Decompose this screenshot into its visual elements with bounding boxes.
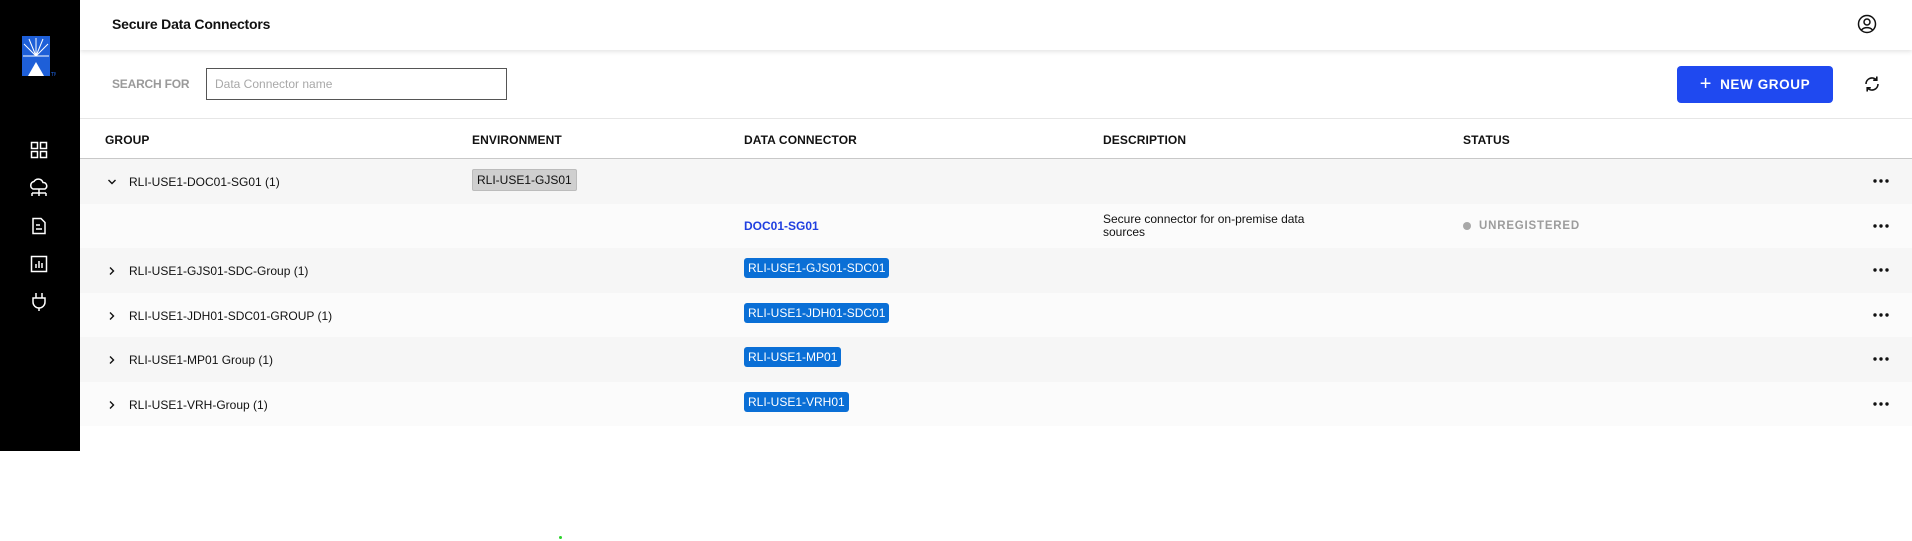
data-connector-chip[interactable]: RLI-USE1-VRH01 bbox=[744, 391, 849, 412]
table-row[interactable]: RLI-USE1-GJS01-SDC-Group (1) RLI-USE1-GJ… bbox=[80, 248, 1912, 293]
connectors-table: GROUP ENVIRONMENT DATA CONNECTOR DESCRIP… bbox=[80, 120, 1912, 426]
group-name: RLI-USE1-JDH01-SDC01-GROUP (1) bbox=[129, 308, 333, 323]
search-label: SEARCH FOR bbox=[112, 77, 190, 91]
dashboard-icon[interactable] bbox=[27, 138, 51, 162]
chevron-right-icon[interactable] bbox=[106, 353, 118, 365]
column-header-environment[interactable]: ENVIRONMENT bbox=[472, 133, 562, 147]
main-content: Secure Data Connectors SEARCH FOR + NEW … bbox=[80, 0, 1912, 451]
cursor-dot bbox=[559, 536, 562, 539]
search-input[interactable] bbox=[206, 68, 507, 100]
table-row[interactable]: RLI-USE1-DOC01-SG01 (1) RLI-USE1-GJS01 bbox=[80, 159, 1912, 204]
group-name: RLI-USE1-VRH-Group (1) bbox=[129, 397, 268, 412]
cloud-network-icon[interactable] bbox=[27, 176, 51, 200]
status-dot-icon bbox=[1463, 221, 1471, 230]
group-name: RLI-USE1-GJS01-SDC-Group (1) bbox=[129, 264, 309, 278]
chevron-down-icon[interactable] bbox=[106, 175, 118, 187]
data-connector-chip[interactable]: RLI-USE1-MP01 bbox=[744, 347, 842, 367]
table-header: GROUP ENVIRONMENT DATA CONNECTOR DESCRIP… bbox=[80, 120, 1912, 159]
document-icon[interactable] bbox=[27, 214, 51, 238]
chevron-right-icon[interactable] bbox=[106, 398, 118, 410]
column-header-data-connector[interactable]: DATA CONNECTOR bbox=[744, 133, 857, 147]
search-toolbar: SEARCH FOR + NEW GROUP bbox=[80, 50, 1912, 119]
svg-text:TM: TM bbox=[50, 72, 56, 78]
sidebar: TM bbox=[0, 0, 80, 451]
more-options-icon[interactable] bbox=[1872, 172, 1890, 190]
status-text: UNREGISTERED bbox=[1479, 219, 1580, 232]
new-group-label: NEW GROUP bbox=[1720, 77, 1811, 92]
table-row[interactable]: RLI-USE1-VRH-Group (1) RLI-USE1-VRH01 bbox=[80, 381, 1912, 426]
table-row[interactable]: RLI-USE1-JDH01-SDC01-GROUP (1) RLI-USE1-… bbox=[80, 292, 1912, 337]
data-connector-link[interactable]: DOC01-SG01 bbox=[744, 219, 819, 233]
more-options-icon[interactable] bbox=[1872, 350, 1890, 368]
data-connector-chip[interactable]: RLI-USE1-GJS01-SDC01 bbox=[744, 258, 890, 278]
app-root: TM bbox=[0, 0, 1912, 541]
user-account-icon[interactable] bbox=[1857, 14, 1877, 34]
table-row[interactable]: DOC01-SG01 Secure connector for on-premi… bbox=[80, 203, 1912, 248]
chevron-right-icon[interactable] bbox=[106, 309, 118, 321]
group-name: RLI-USE1-MP01 Group (1) bbox=[129, 353, 274, 367]
brand-logo[interactable]: TM bbox=[20, 34, 58, 80]
more-options-icon[interactable] bbox=[1872, 306, 1890, 324]
more-options-icon[interactable] bbox=[1872, 261, 1890, 279]
status-badge: UNREGISTERED bbox=[1463, 220, 1580, 232]
chevron-right-icon[interactable] bbox=[106, 264, 118, 276]
environment-chip: RLI-USE1-GJS01 bbox=[472, 169, 577, 191]
group-name: RLI-USE1-DOC01-SG01 (1) bbox=[129, 175, 280, 189]
data-connector-chip[interactable]: RLI-USE1-JDH01-SDC01 bbox=[744, 302, 890, 323]
more-options-icon[interactable] bbox=[1872, 395, 1890, 413]
new-group-button[interactable]: + NEW GROUP bbox=[1677, 66, 1833, 103]
column-header-group[interactable]: GROUP bbox=[105, 133, 150, 147]
page-header: Secure Data Connectors bbox=[80, 0, 1912, 50]
page-title: Secure Data Connectors bbox=[112, 16, 271, 32]
plus-icon: + bbox=[1699, 72, 1713, 95]
column-header-description[interactable]: DESCRIPTION bbox=[1103, 133, 1186, 147]
description-text: Secure connector for on-premise data sou… bbox=[1103, 211, 1305, 239]
plug-icon[interactable] bbox=[27, 290, 51, 314]
table-row[interactable]: RLI-USE1-MP01 Group (1) RLI-USE1-MP01 bbox=[80, 337, 1912, 382]
refresh-icon[interactable] bbox=[1862, 74, 1882, 94]
report-chart-icon[interactable] bbox=[27, 252, 51, 276]
column-header-status[interactable]: STATUS bbox=[1463, 133, 1510, 147]
more-options-icon[interactable] bbox=[1872, 217, 1890, 235]
